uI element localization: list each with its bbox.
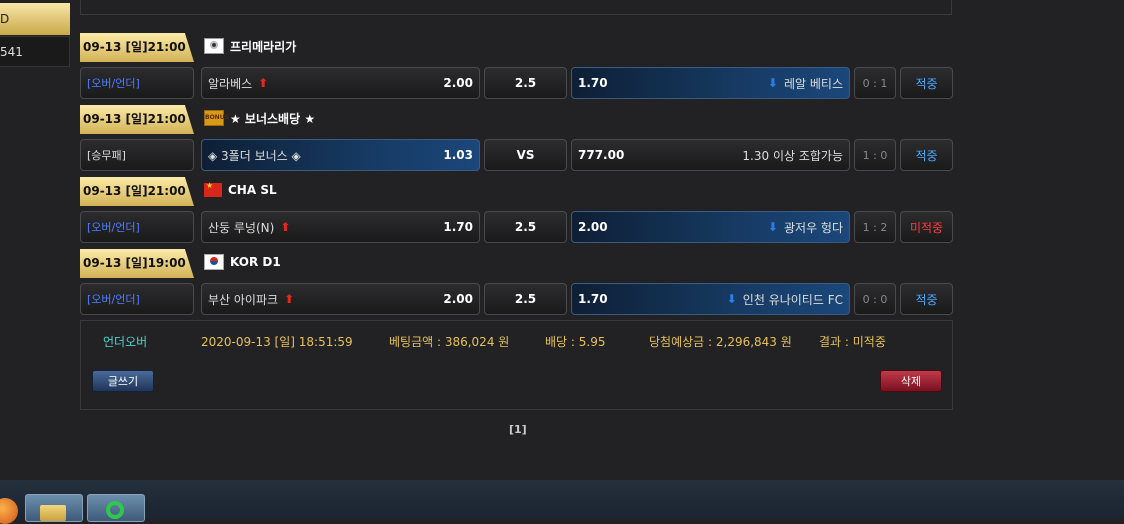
left-sidebar: D 541 xyxy=(0,0,70,67)
taskbar-app-button[interactable] xyxy=(87,494,145,522)
summary-expected-payout: 당첨예상금 : 2,296,843 원 xyxy=(649,335,792,349)
arrow-up-icon: ⬆ xyxy=(280,220,291,234)
away-team-name: 광저우 헝다 xyxy=(783,220,843,235)
league-header: BONUS ★ 보너스배당 ★ xyxy=(204,107,315,129)
league-header: 프리메라리가 xyxy=(204,35,296,57)
arrow-down-icon: ⬇ xyxy=(767,220,778,234)
away-team-name: 인천 유나이티드 FC xyxy=(742,292,843,307)
bet-date-badge: 09-13 [일]19:00 xyxy=(80,249,194,278)
home-odds: 1.70 xyxy=(443,220,473,234)
bonus-flag-icon: BONUS xyxy=(204,110,229,126)
home-team-name: 부산 아이파크 xyxy=(208,292,279,307)
app-icon xyxy=(106,501,124,519)
home-odds: 2.00 xyxy=(443,292,473,306)
league-name: ★ 보너스배당 ★ xyxy=(230,111,316,126)
match-score: 1 : 0 xyxy=(854,139,896,171)
bet-type: [오버/언더] xyxy=(80,211,194,243)
sidebar-dark-item: 541 xyxy=(0,36,70,67)
bet-result: 적중 xyxy=(900,139,953,171)
handicap-cell[interactable]: 2.5 xyxy=(484,283,567,315)
korea-flag-icon xyxy=(204,254,224,270)
away-team-cell-selected[interactable]: 1.70 ⬇ 레알 베티스 xyxy=(571,67,850,99)
windows-taskbar xyxy=(0,480,1124,524)
home-odds: 1.03 xyxy=(443,148,473,162)
home-team-cell[interactable]: 알라베스 ⬆ 2.00 xyxy=(201,67,480,99)
bet-date-badge: 09-13 [일]21:00 xyxy=(80,105,194,134)
home-odds: 2.00 xyxy=(443,76,473,90)
taskbar-explorer-button[interactable] xyxy=(25,494,83,522)
versus-cell[interactable]: VS xyxy=(484,139,567,171)
bet-summary-panel: 언더오버 2020-09-13 [일] 18:51:59 베팅금액 : 386,… xyxy=(80,320,953,410)
pagination-page-1[interactable]: [1] xyxy=(509,423,527,436)
match-score: 0 : 0 xyxy=(854,283,896,315)
handicap-cell[interactable]: 2.5 xyxy=(484,67,567,99)
top-panel-edge xyxy=(80,0,952,15)
away-team-cell[interactable]: 777.00 1.30 이상 조합가능 xyxy=(571,139,850,171)
home-team-cell[interactable]: 부산 아이파크 ⬆ 2.00 xyxy=(201,283,480,315)
away-odds: 777.00 xyxy=(578,148,625,162)
away-team-name: 1.30 이상 조합가능 xyxy=(742,148,843,163)
bet-result: 적중 xyxy=(900,283,953,315)
bet-result: 미적중 xyxy=(900,211,953,243)
arrow-up-icon: ⬆ xyxy=(258,76,269,90)
china-flag-icon xyxy=(204,181,222,197)
start-orb-icon[interactable] xyxy=(0,498,18,524)
league-header: KOR D1 xyxy=(204,251,281,273)
home-team-name: 산둥 루넝(N) xyxy=(208,220,275,235)
summary-bet-type: 언더오버 xyxy=(103,335,148,349)
league-name: 프리메라리가 xyxy=(230,39,297,54)
summary-result: 결과 : 미적중 xyxy=(819,335,886,349)
match-score: 0 : 1 xyxy=(854,67,896,99)
away-team-cell-selected[interactable]: 2.00 ⬇ 광저우 헝다 xyxy=(571,211,850,243)
away-odds: 1.70 xyxy=(578,76,608,90)
bet-result: 적중 xyxy=(900,67,953,99)
away-odds: 1.70 xyxy=(578,292,608,306)
summary-odds: 배당 : 5.95 xyxy=(545,335,606,349)
home-team-name: ◈ 3폴더 보너스 ◈ xyxy=(208,148,301,163)
handicap-cell[interactable]: 2.5 xyxy=(484,211,567,243)
delete-button[interactable]: 삭제 xyxy=(880,370,942,392)
home-team-cell-selected[interactable]: ◈ 3폴더 보너스 ◈ 1.03 xyxy=(201,139,480,171)
away-odds: 2.00 xyxy=(578,220,608,234)
bet-type: [오버/언더] xyxy=(80,283,194,315)
arrow-down-icon: ⬇ xyxy=(726,292,737,306)
arrow-down-icon: ⬇ xyxy=(767,76,778,90)
write-button[interactable]: 글쓰기 xyxy=(92,370,154,392)
bet-date-badge: 09-13 [일]21:00 xyxy=(80,33,194,62)
sidebar-gold-item[interactable]: D xyxy=(0,3,70,35)
league-header: CHA SL xyxy=(204,179,277,201)
home-team-cell[interactable]: 산둥 루넝(N) ⬆ 1.70 xyxy=(201,211,480,243)
league-name: CHA SL xyxy=(228,183,277,197)
match-score: 1 : 2 xyxy=(854,211,896,243)
bet-type: [오버/언더] xyxy=(80,67,194,99)
arrow-up-icon: ⬆ xyxy=(284,292,295,306)
summary-amount: 베팅금액 : 386,024 원 xyxy=(389,335,510,349)
bet-date-badge: 09-13 [일]21:00 xyxy=(80,177,194,206)
home-team-name: 알라베스 xyxy=(208,76,253,91)
league-name: KOR D1 xyxy=(230,255,281,269)
soccer-ball-flag-icon xyxy=(204,38,224,54)
bet-type: [승무패] xyxy=(80,139,194,171)
away-team-name: 레알 베티스 xyxy=(783,76,843,91)
summary-datetime: 2020-09-13 [일] 18:51:59 xyxy=(201,335,353,349)
away-team-cell-selected[interactable]: 1.70 ⬇ 인천 유나이티드 FC xyxy=(571,283,850,315)
